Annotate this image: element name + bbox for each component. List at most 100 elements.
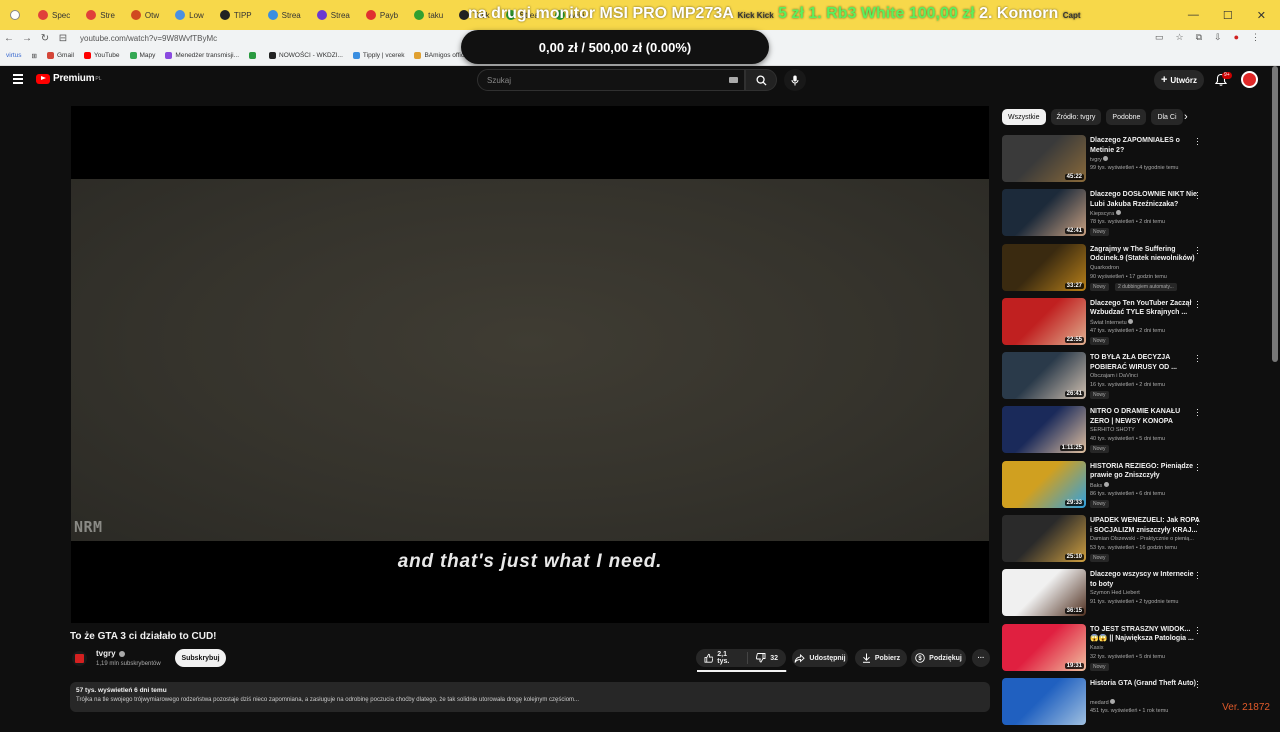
more-vertical-icon[interactable]: · · · [1196,459,1199,474]
back-icon[interactable]: ← [0,33,18,44]
browser-tab[interactable]: Low [169,4,210,26]
more-vertical-icon[interactable]: · · · [1196,296,1199,311]
more-vertical-icon[interactable]: · · · [1196,134,1199,149]
downloads-icon[interactable]: ⇩ [1214,32,1222,43]
recommended-title[interactable]: Dlaczego ZAPOMNIAŁEŚ o Metinie 2? [1090,136,1200,155]
more-vertical-icon[interactable]: · · · [1196,242,1199,257]
browser-menu-icon[interactable]: ⋮ [1251,32,1260,43]
recommended-video[interactable]: 19:31 TO JEST STRASZNY WIDOK... 😱😱 || Naj… [1002,622,1207,678]
more-vertical-icon[interactable]: · · · [1196,514,1199,529]
recommended-video[interactable]: 45:22 Dlaczego ZAPOMNIAŁEŚ o Metinie 2? tv… [1002,134,1207,189]
recommended-title[interactable]: TO JEST STRASZNY WIDOK... 😱😱 || Najwięks… [1090,625,1200,644]
menu-icon[interactable] [13,74,23,84]
cast-icon[interactable]: ▭ [1155,32,1164,43]
browser-tab[interactable]: Strea [262,4,307,26]
more-vertical-icon[interactable]: · · · [1196,568,1199,583]
more-vertical-icon[interactable]: · · · [1196,622,1199,637]
channel-avatar[interactable] [72,651,87,666]
bookmark-item[interactable]: NOWOŚCI - WKDZI... [269,52,343,59]
bookmark-item[interactable]: Mapy [129,52,155,59]
more-vertical-icon[interactable]: · · · [1196,676,1199,691]
minimize-icon[interactable]: — [1188,9,1199,21]
filter-chip[interactable]: Wszystkie [1002,109,1046,125]
recommended-video[interactable]: 25:10 UPADEK WENEZUELI: Jak ROPA i SOCJAL… [1002,514,1207,569]
chevron-right-icon[interactable]: › [1184,111,1188,123]
url-field[interactable]: youtube.com/watch?v=9W8WvfTByMc [80,34,217,43]
recommended-channel[interactable]: Baks [1090,481,1109,489]
video-player[interactable]: NRM and that's just what I need. [71,106,989,623]
recommended-channel[interactable]: Damian Olszewski - Praktycznie o pienią.… [1090,536,1194,542]
profile-icon[interactable]: ● [1234,32,1239,43]
recommended-title[interactable]: Dlaczego wszyscy w Internecie to boty [1090,570,1200,589]
video-thumbnail[interactable]: 25:10 [1002,515,1086,563]
extensions-icon[interactable]: ⧉ [1196,32,1202,43]
bookmark-item[interactable]: YouTube [83,52,120,59]
bookmark-item[interactable]: Menedżer transmisji... [165,52,239,59]
description-box[interactable]: 57 tys. wyświetleń 6 dni temu Trójka na … [70,682,990,712]
video-thumbnail[interactable]: 1:11:25 [1002,406,1086,454]
recommended-title[interactable]: Historia GTA (Grand Theft Auto) [1090,679,1200,689]
thanks-button[interactable]: $ Podziękuj [911,649,966,667]
download-button[interactable]: Pobierz [855,649,907,667]
browser-tab[interactable]: Payb [360,4,404,26]
video-thumbnail[interactable]: 33:27 [1002,243,1086,291]
recommended-channel[interactable]: Kasix [1090,645,1103,651]
recommended-video[interactable]: 22:55 Dlaczego Ten YouTuber Zaczął Wzbudz… [1002,296,1207,352]
recommended-title[interactable]: Dlaczego DOSŁOWNIE NIKT Nie Lubi Jakuba … [1090,190,1200,209]
recommended-channel[interactable]: Kiepscyra [1090,210,1121,217]
recommended-channel[interactable]: Szymon Hed Liebert [1090,590,1140,596]
search-input[interactable]: Szukaj [477,69,745,91]
recommended-video[interactable]: 29:33 HISTORIA REZIEGO: Pieniądze prawie … [1002,459,1207,515]
bookmark-item[interactable] [249,52,259,59]
page-scrollbar[interactable] [1272,66,1278,362]
video-thumbnail[interactable]: 36:15 [1002,569,1086,617]
video-thumbnail[interactable]: 22:55 [1002,297,1086,345]
reload-icon[interactable]: ↻ [36,33,54,44]
maximize-icon[interactable]: ☐ [1223,9,1233,22]
voice-search-button[interactable] [784,69,806,91]
recommended-channel[interactable]: tvgry [1090,156,1109,163]
channel-name[interactable]: tvgry [96,649,125,658]
browser-tab[interactable]: Otw [125,4,165,26]
recommended-title[interactable]: Dlaczego Ten YouTuber Zaczął Wzbudzać TY… [1090,299,1200,318]
recommended-title[interactable]: HISTORIA REZIEGO: Pieniądze prawie go Zn… [1090,462,1200,481]
site-info-icon[interactable]: ⊟ [54,33,72,44]
browser-tab[interactable]: Spec [32,4,76,26]
more-vertical-icon[interactable]: · · · [1196,188,1199,203]
tab-search-dropdown[interactable] [6,4,28,26]
recommended-channel[interactable]: SERHITO SHOTY [1090,427,1135,433]
create-button[interactable]: + Utwórz [1154,70,1204,90]
bookmark-item[interactable]: Gmail [46,52,74,59]
recommended-video[interactable]: 42:41 Dlaczego DOSŁOWNIE NIKT Nie Lubi Ja… [1002,188,1207,243]
video-thumbnail[interactable]: 45:22 [1002,135,1086,182]
search-button[interactable] [745,69,777,91]
bookmark-item[interactable]: Tipply | vcerek [352,52,404,59]
apps-grid-icon[interactable]: ⊞ [32,52,37,60]
close-icon[interactable]: ✕ [1257,9,1266,22]
video-thumbnail[interactable]: 42:41 [1002,189,1086,237]
forward-icon[interactable]: → [18,33,36,44]
more-actions-button[interactable]: ··· [972,649,990,667]
account-avatar[interactable] [1241,71,1258,88]
recommended-video[interactable]: 36:15 Dlaczego wszyscy w Internecie to bo… [1002,568,1207,623]
subscribe-button[interactable]: Subskrybuj [175,649,226,667]
video-thumbnail[interactable]: 29:33 [1002,460,1086,508]
recommended-video[interactable]: 26:41 TO BYŁA ZŁA DECYZJA POBIERAĆ WIRUSY… [1002,351,1207,406]
more-vertical-icon[interactable]: · · · [1196,405,1199,420]
recommended-title[interactable]: NITRO O DRAMIE KANAŁU ZERO | NEWSY KONOP… [1090,407,1200,426]
filter-chip[interactable]: Dla Ci [1151,109,1183,125]
youtube-premium-logo[interactable]: Premium PL [36,73,102,84]
more-vertical-icon[interactable]: · · · [1196,351,1199,366]
bookmark-virtus[interactable]: virtus [6,52,22,59]
like-button[interactable]: 2,1 tys. [696,651,749,665]
recommended-title[interactable]: UPADEK WENEZUELI: Jak ROPA i SOCJALIZM z… [1090,516,1200,535]
filter-chip[interactable]: Źródło: tvgry [1050,109,1102,125]
recommended-title[interactable]: Zagrajmy w The Suffering Odcinek.9 (Stat… [1090,245,1200,264]
recommended-video[interactable]: 1:11:25 NITRO O DRAMIE KANAŁU ZERO | NEWS… [1002,405,1207,460]
browser-tab[interactable]: TIPP [214,4,258,26]
keyboard-icon[interactable] [729,77,738,83]
recommended-video[interactable]: Historia GTA (Grand Theft Auto) medard 45… [1002,676,1207,732]
recommended-channel[interactable]: Świat Internetu [1090,318,1134,326]
recommended-channel[interactable]: Quarkodron [1090,265,1119,271]
browser-tab[interactable]: Stre [80,4,121,26]
